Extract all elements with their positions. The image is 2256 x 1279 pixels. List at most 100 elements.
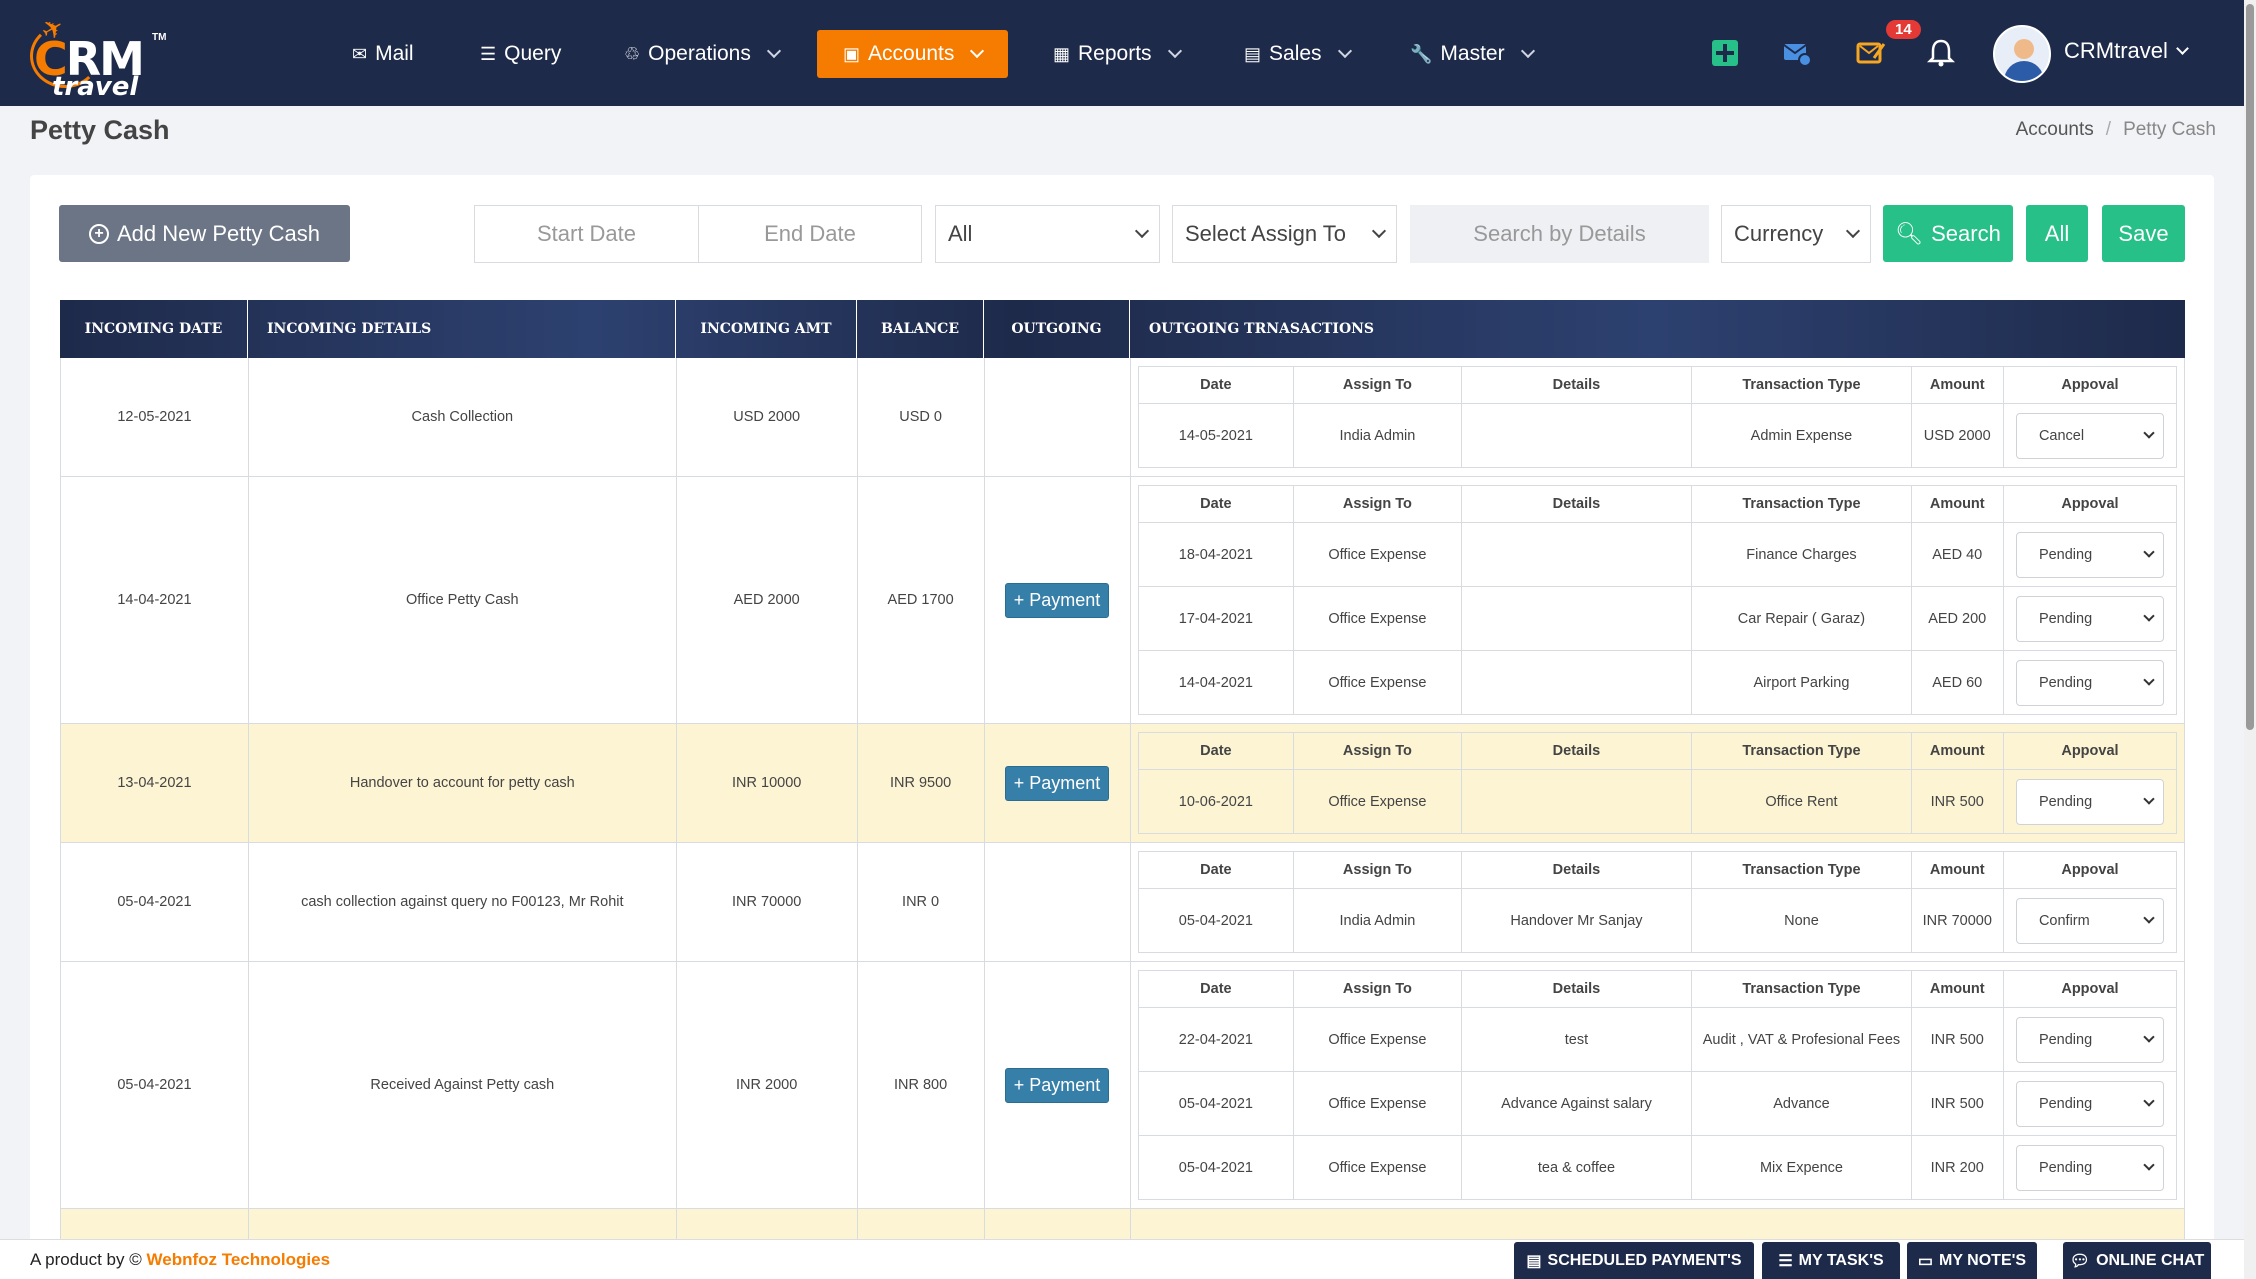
nav-mail[interactable]: ✉ Mail <box>352 30 414 78</box>
search-button-label: Search <box>1931 220 2001 246</box>
add-payment-button[interactable]: + Payment <box>1004 1067 1110 1103</box>
petty-cash-card: + Add New Petty Cash Start Date End Date… <box>30 175 2214 1279</box>
transaction-row: 05-04-2021 India Admin Handover Mr Sanjay N… <box>1137 888 2178 953</box>
all-button[interactable]: All <box>2026 205 2088 262</box>
th-incoming-date[interactable]: INCOMING DATE <box>60 300 248 358</box>
approval-select[interactable]: Pending <box>2015 595 2164 642</box>
add-sheet-icon[interactable] <box>1710 38 1740 68</box>
search-button[interactable]: 🔍︎ Search <box>1883 205 2013 262</box>
tx-amount-cell: INR 500 <box>1910 1071 2004 1136</box>
nav-operations[interactable]: ♲ Operations <box>624 30 781 78</box>
approval-select[interactable]: Confirm <box>2015 897 2164 944</box>
footer-credit: A product by © Webnfoz Technologies <box>30 1250 330 1270</box>
page-scrollbar[interactable] <box>2244 0 2256 1279</box>
tx-amount-cell: USD 2000 <box>1910 403 2004 468</box>
incoming-amount-cell: INR 10000 <box>677 724 858 842</box>
scheduled-payments-label: SCHEDULED PAYMENT'S <box>1547 1252 1742 1269</box>
approval-select[interactable]: Pending <box>2015 1144 2164 1191</box>
nav-sales[interactable]: ▤ Sales <box>1244 30 1352 78</box>
calendar-icon: ▤ <box>1526 1253 1542 1270</box>
th-outgoing[interactable]: OUTGOING <box>984 300 1130 358</box>
breadcrumb-accounts[interactable]: Accounts <box>2016 119 2094 141</box>
incoming-details-cell: cash collection against query no F00123,… <box>249 843 677 961</box>
tx-date-cell: 10-06-2021 <box>1137 769 1295 834</box>
my-tasks-button[interactable]: ☰ MY TASK'S <box>1762 1242 1900 1279</box>
assign-to-select[interactable]: Select Assign To <box>1172 205 1397 263</box>
tx-assign-to-cell: India Admin <box>1293 403 1462 468</box>
currency-select[interactable]: Currency <box>1721 205 1871 263</box>
transaction-row: 05-04-2021 Office Expense Advance Against … <box>1137 1071 2178 1136</box>
tx-type-cell: Mix Expence <box>1691 1135 1912 1200</box>
tx-type-cell: Audit , VAT & Profesional Fees <box>1691 1007 1912 1072</box>
add-payment-button[interactable]: + Payment <box>1004 765 1110 801</box>
chevron-down-icon <box>2143 1095 2155 1107</box>
save-button[interactable]: Save <box>2102 205 2185 262</box>
scrollbar-thumb[interactable] <box>2246 4 2254 730</box>
approval-cell: Pending <box>2002 522 2178 587</box>
approval-select-value: Pending <box>2038 610 2093 627</box>
user-menu[interactable]: CRMtravel <box>2064 38 2189 64</box>
breadcrumb: Accounts / Petty Cash <box>2016 119 2216 141</box>
add-payment-button[interactable]: + Payment <box>1004 582 1110 618</box>
mail-settings-icon[interactable] <box>1782 38 1812 68</box>
nav-mail-label: Mail <box>375 42 414 65</box>
footer-brand-link[interactable]: Webnfoz Technologies <box>147 1250 331 1269</box>
nav-sales-label: Sales <box>1269 42 1322 65</box>
scheduled-payments-button[interactable]: ▤ SCHEDULED PAYMENT'S <box>1514 1242 1754 1279</box>
th-balance[interactable]: BALANCE <box>857 300 984 358</box>
approval-select[interactable]: Pending <box>2015 531 2164 578</box>
chevron-down-icon <box>2143 793 2155 805</box>
mail-icon: ✉ <box>352 43 368 64</box>
wrench-icon: 🔧 <box>1410 43 1433 64</box>
tx-amount-cell: INR 200 <box>1910 1135 2004 1200</box>
bell-icon[interactable] <box>1926 38 1956 68</box>
search-icon: 🔍︎ <box>1895 220 1924 246</box>
crm-travel-logo[interactable]: ✈ CRM travel TM <box>30 11 170 102</box>
approval-select[interactable]: Pending <box>2015 1080 2164 1127</box>
subtable-header-cell: Date <box>1137 366 1295 404</box>
nav-query[interactable]: ☰ Query <box>480 30 561 78</box>
compose-icon[interactable] <box>1856 38 1886 68</box>
tx-date-cell: 18-04-2021 <box>1137 522 1295 587</box>
subtable-header-cell: Date <box>1137 732 1295 770</box>
nav-accounts[interactable]: ▣ Accounts <box>817 30 1009 78</box>
end-date-input[interactable]: End Date <box>698 205 922 263</box>
nav-reports[interactable]: ▦ Reports <box>1053 30 1182 78</box>
tx-amount-cell: AED 40 <box>1910 522 2004 587</box>
incoming-date-cell: 12-05-2021 <box>61 358 249 476</box>
chevron-down-icon <box>1520 43 1535 59</box>
approval-select[interactable]: Cancel <box>2015 412 2164 459</box>
transaction-row: 14-04-2021 Office Expense Airport Parking A… <box>1137 650 2178 715</box>
approval-select[interactable]: Pending <box>2015 1016 2164 1063</box>
nav-master[interactable]: 🔧 Master <box>1410 30 1535 78</box>
start-date-input[interactable]: Start Date <box>474 205 699 263</box>
subtable-header-row: Date Assign To Details Transaction Type Amou… <box>1137 732 2178 770</box>
table-row: 05-04-2021 Received Against Petty cash INR… <box>60 962 2185 1209</box>
th-incoming-amt[interactable]: INCOMING AMT <box>676 300 857 358</box>
outgoing-cell: + Payment <box>985 477 1131 723</box>
tx-assign-to-cell: Office Expense <box>1293 586 1462 651</box>
subtable-header-cell: Details <box>1460 366 1693 404</box>
status-select[interactable]: All <box>935 205 1160 263</box>
balance-cell: AED 1700 <box>858 477 985 723</box>
nav-query-label: Query <box>504 42 562 65</box>
transactions-subtable: Date Assign To Details Transaction Type Amou… <box>1137 732 2178 834</box>
approval-select[interactable]: Pending <box>2015 778 2164 825</box>
subtable-header-cell: Assign To <box>1293 851 1462 889</box>
subtable-header-cell: Details <box>1460 732 1693 770</box>
add-petty-cash-button[interactable]: + Add New Petty Cash <box>59 205 350 262</box>
subtable-header-cell: Appoval <box>2002 970 2178 1008</box>
approval-select[interactable]: Pending <box>2015 659 2164 706</box>
search-details-input[interactable]: Search by Details <box>1410 205 1709 263</box>
breadcrumb-separator: / <box>2105 119 2112 140</box>
approval-cell: Pending <box>2002 1007 2178 1072</box>
my-notes-button[interactable]: ▭ MY NOTE'S <box>1907 1242 2037 1279</box>
th-outgoing-transactions[interactable]: OUTGOING TRNASACTIONS <box>1130 300 2185 358</box>
avatar[interactable] <box>1993 25 2051 83</box>
tx-assign-to-cell: Office Expense <box>1293 650 1462 715</box>
outgoing-transactions-cell: Date Assign To Details Transaction Type Amou… <box>1131 962 2185 1208</box>
nav-master-label: Master <box>1440 42 1505 65</box>
online-chat-button[interactable]: 💬︎ ONLINE CHAT <box>2063 1242 2211 1279</box>
th-incoming-details[interactable]: INCOMING DETAILS <box>248 300 676 358</box>
transaction-row: 05-04-2021 Office Expense tea & coffee Mix … <box>1137 1135 2178 1200</box>
